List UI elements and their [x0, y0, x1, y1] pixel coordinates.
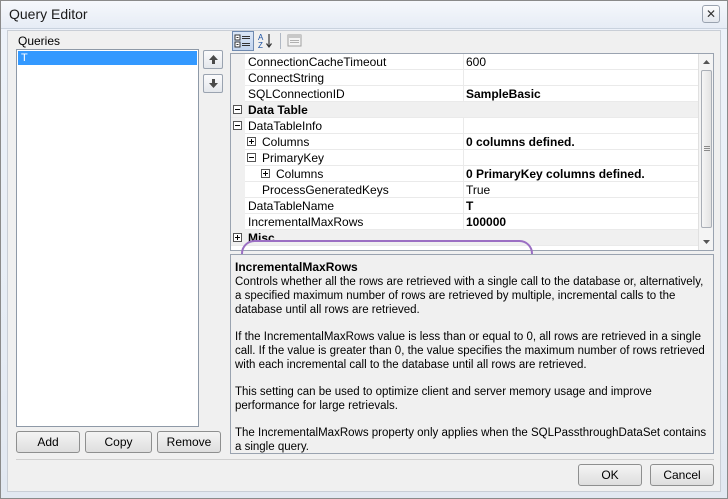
title-bar[interactable]: Query Editor ✕: [1, 1, 727, 29]
collapse-icon[interactable]: [247, 153, 256, 162]
property-row[interactable]: DataTableName T: [231, 198, 698, 214]
category-row[interactable]: Data Table: [231, 102, 698, 118]
property-row[interactable]: Columns 0 columns defined.: [231, 134, 698, 150]
scroll-up-icon[interactable]: [699, 55, 714, 69]
grip-icon: [704, 146, 710, 151]
move-up-button[interactable]: [203, 50, 223, 69]
description-paragraph: This setting can be used to optimize cli…: [235, 386, 652, 412]
property-row[interactable]: ProcessGeneratedKeys True: [231, 182, 698, 198]
alphabetical-icon: A Z: [258, 33, 272, 50]
property-row[interactable]: ConnectString: [231, 70, 698, 86]
property-row[interactable]: ConnectionCacheTimeout 600: [231, 54, 698, 70]
close-button[interactable]: ✕: [702, 5, 720, 23]
cancel-button[interactable]: Cancel: [650, 464, 714, 486]
scroll-down-icon[interactable]: [699, 235, 714, 249]
property-row[interactable]: SQLConnectionID SampleBasic: [231, 86, 698, 102]
ok-button[interactable]: OK: [578, 464, 642, 486]
description-paragraph: Controls whether all the rows are retrie…: [235, 276, 704, 316]
description-title: IncrementalMaxRows: [235, 260, 358, 274]
expand-icon[interactable]: [247, 137, 256, 146]
property-row[interactable]: DataTableInfo: [231, 118, 698, 134]
window-title: Query Editor: [9, 6, 88, 22]
description-panel: IncrementalMaxRows Controls whether all …: [230, 254, 714, 454]
arrow-up-icon: [209, 55, 218, 64]
expand-icon[interactable]: [261, 169, 270, 178]
property-pages-icon: [287, 34, 302, 47]
property-grid[interactable]: ConnectionCacheTimeout 600 ConnectString…: [230, 53, 714, 251]
scroll-thumb[interactable]: [701, 70, 712, 228]
add-button[interactable]: Add: [16, 431, 80, 453]
property-row-selected[interactable]: IncrementalMaxRows 100000: [231, 214, 698, 230]
dialog-footer: OK Cancel: [16, 459, 714, 491]
property-row[interactable]: PrimaryKey: [231, 150, 698, 166]
svg-text:Z: Z: [258, 41, 263, 50]
property-toolbar: A Z: [230, 31, 710, 53]
query-editor-window: Query Editor ✕ Queries T Add Copy Remove: [0, 0, 728, 499]
dialog-body: Queries T Add Copy Remove A Z Connection…: [7, 30, 721, 492]
queries-list[interactable]: T: [16, 49, 199, 427]
collapse-icon[interactable]: [233, 105, 242, 114]
vertical-scrollbar[interactable]: [698, 54, 713, 250]
arrow-down-icon: [209, 79, 218, 88]
list-item[interactable]: T: [18, 51, 197, 65]
expand-icon[interactable]: [233, 233, 242, 242]
description-paragraph: If the IncrementalMaxRows value is less …: [235, 331, 705, 371]
property-row[interactable]: Columns 0 PrimaryKey columns defined.: [231, 166, 698, 182]
property-pages-button[interactable]: [284, 31, 306, 51]
collapse-icon[interactable]: [233, 121, 242, 130]
categorized-icon: [234, 34, 250, 48]
description-paragraph: The IncrementalMaxRows property only app…: [235, 427, 707, 453]
move-down-button[interactable]: [203, 74, 223, 93]
categorized-button[interactable]: [232, 31, 254, 51]
copy-button[interactable]: Copy: [85, 431, 152, 453]
queries-label: Queries: [18, 34, 61, 48]
remove-button[interactable]: Remove: [157, 431, 221, 453]
alphabetical-button[interactable]: A Z: [255, 31, 277, 51]
